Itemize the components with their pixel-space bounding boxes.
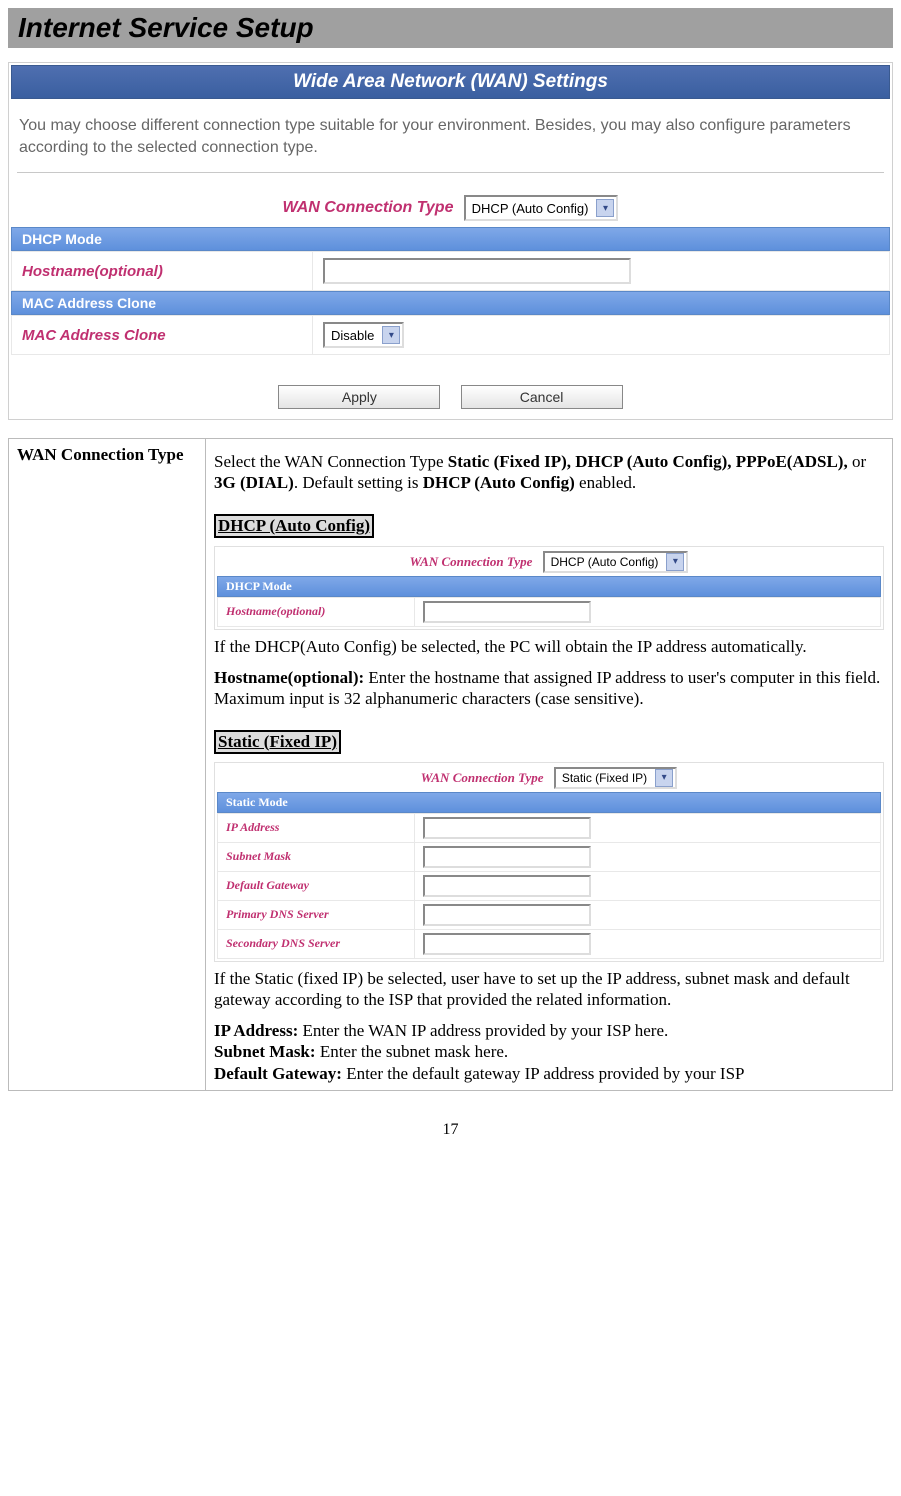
secondary-dns-input[interactable] [423, 933, 591, 955]
mini-conn-value: Static (Fixed IP) [558, 771, 651, 785]
page-number: 17 [8, 1121, 893, 1139]
cancel-button[interactable]: Cancel [461, 385, 623, 409]
wan-settings-figure: Wide Area Network (WAN) Settings You may… [8, 62, 893, 420]
text: . Default setting is [294, 473, 423, 492]
mini-dhcp-form: Hostname(optional) [217, 597, 881, 627]
subhead-dhcp: DHCP (Auto Config) [214, 514, 374, 538]
mini-conn-row: WAN Connection Type Static (Fixed IP) ▾ [217, 765, 881, 792]
chevron-down-icon: ▾ [382, 326, 400, 344]
text-bold: IP Address: [214, 1021, 298, 1040]
text-bold: Static (Fixed IP), DHCP (Auto Config), P… [448, 452, 848, 471]
subnet-mask-label: Subnet Mask [218, 842, 415, 871]
ip-address-input[interactable] [423, 817, 591, 839]
mini-static-section: Static Mode [217, 792, 881, 813]
mini-conn-label: WAN Connection Type [410, 554, 533, 569]
desc-intro: Select the WAN Connection Type Static (F… [214, 451, 884, 494]
default-gateway-label: Default Gateway [218, 871, 415, 900]
text: or [848, 452, 866, 471]
dhcp-form: Hostname(optional) [11, 251, 890, 291]
primary-dns-label: Primary DNS Server [218, 900, 415, 929]
doc-col-heading: WAN Connection Type [9, 439, 206, 1091]
text-bold: Default Gateway: [214, 1064, 342, 1083]
secondary-dns-label: Secondary DNS Server [218, 929, 415, 958]
doc-col-content: Select the WAN Connection Type Static (F… [206, 439, 893, 1091]
primary-dns-input[interactable] [423, 904, 591, 926]
wan-conn-select-value: DHCP (Auto Config) [468, 201, 593, 216]
mini-conn-select[interactable]: Static (Fixed IP) ▾ [554, 767, 677, 789]
mac-clone-value: Disable [327, 328, 378, 343]
mac-clone-label: MAC Address Clone [12, 316, 313, 355]
text-bold: 3G (DIAL) [214, 473, 294, 492]
static-para: If the Static (fixed IP) be selected, us… [214, 968, 884, 1011]
mini-conn-value: DHCP (Auto Config) [547, 555, 663, 569]
sm-para: Subnet Mask: Enter the subnet mask here. [214, 1041, 884, 1062]
default-gateway-input[interactable] [423, 875, 591, 897]
chevron-down-icon: ▾ [655, 769, 673, 787]
dhcp-para: If the DHCP(Auto Config) be selected, th… [214, 636, 884, 657]
gw-para: Default Gateway: Enter the default gatew… [214, 1063, 884, 1084]
chevron-down-icon: ▾ [596, 199, 614, 217]
mini-conn-row: WAN Connection Type DHCP (Auto Config) ▾ [217, 549, 881, 576]
wan-banner: Wide Area Network (WAN) Settings [11, 65, 890, 99]
doc-table: WAN Connection Type Select the WAN Conne… [8, 438, 893, 1091]
text: Enter the default gateway IP address pro… [342, 1064, 745, 1083]
subhead-static: Static (Fixed IP) [214, 730, 341, 754]
text-bold: Subnet Mask: [214, 1042, 316, 1061]
text: Enter the WAN IP address provided by you… [298, 1021, 668, 1040]
apply-button[interactable]: Apply [278, 385, 440, 409]
chevron-down-icon: ▾ [666, 553, 684, 571]
mini-conn-select[interactable]: DHCP (Auto Config) ▾ [543, 551, 689, 573]
text-bold: DHCP (Auto Config) [423, 473, 575, 492]
ip-para: IP Address: Enter the WAN IP address pro… [214, 1020, 884, 1041]
wan-banner-text: Wide Area Network (WAN) Settings [293, 71, 608, 93]
hostname-para: Hostname(optional): Enter the hostname t… [214, 667, 884, 710]
wan-conn-select[interactable]: DHCP (Auto Config) ▾ [464, 195, 619, 221]
ip-address-label: IP Address [218, 813, 415, 842]
text: Select the WAN Connection Type [214, 452, 448, 471]
mini-hostname-input[interactable] [423, 601, 591, 623]
mac-clone-select[interactable]: Disable ▾ [323, 322, 404, 348]
text: Enter the subnet mask here. [316, 1042, 509, 1061]
dhcp-mode-section: DHCP Mode [11, 227, 890, 251]
mini-dhcp-figure: WAN Connection Type DHCP (Auto Config) ▾… [214, 546, 884, 630]
hostname-label: Hostname(optional) [12, 252, 313, 291]
page-title: Internet Service Setup [8, 8, 893, 48]
mini-static-figure: WAN Connection Type Static (Fixed IP) ▾ … [214, 762, 884, 962]
text-bold: Hostname(optional): [214, 668, 364, 687]
wan-conn-row: WAN Connection Type DHCP (Auto Config) ▾ [11, 191, 890, 227]
divider [17, 172, 884, 173]
wan-conn-label: WAN Connection Type [283, 199, 454, 216]
text: enabled. [575, 473, 636, 492]
mac-form: MAC Address Clone Disable ▾ [11, 315, 890, 355]
mini-conn-label: WAN Connection Type [421, 770, 544, 785]
subnet-mask-input[interactable] [423, 846, 591, 868]
mini-dhcp-section: DHCP Mode [217, 576, 881, 597]
mini-static-form: IP Address Subnet Mask Default Gateway P… [217, 813, 881, 959]
wan-help-text: You may choose different connection type… [11, 99, 890, 168]
button-row: Apply Cancel [11, 355, 890, 417]
mini-hostname-label: Hostname(optional) [218, 597, 415, 626]
hostname-input[interactable] [323, 258, 631, 284]
mac-clone-section: MAC Address Clone [11, 291, 890, 315]
